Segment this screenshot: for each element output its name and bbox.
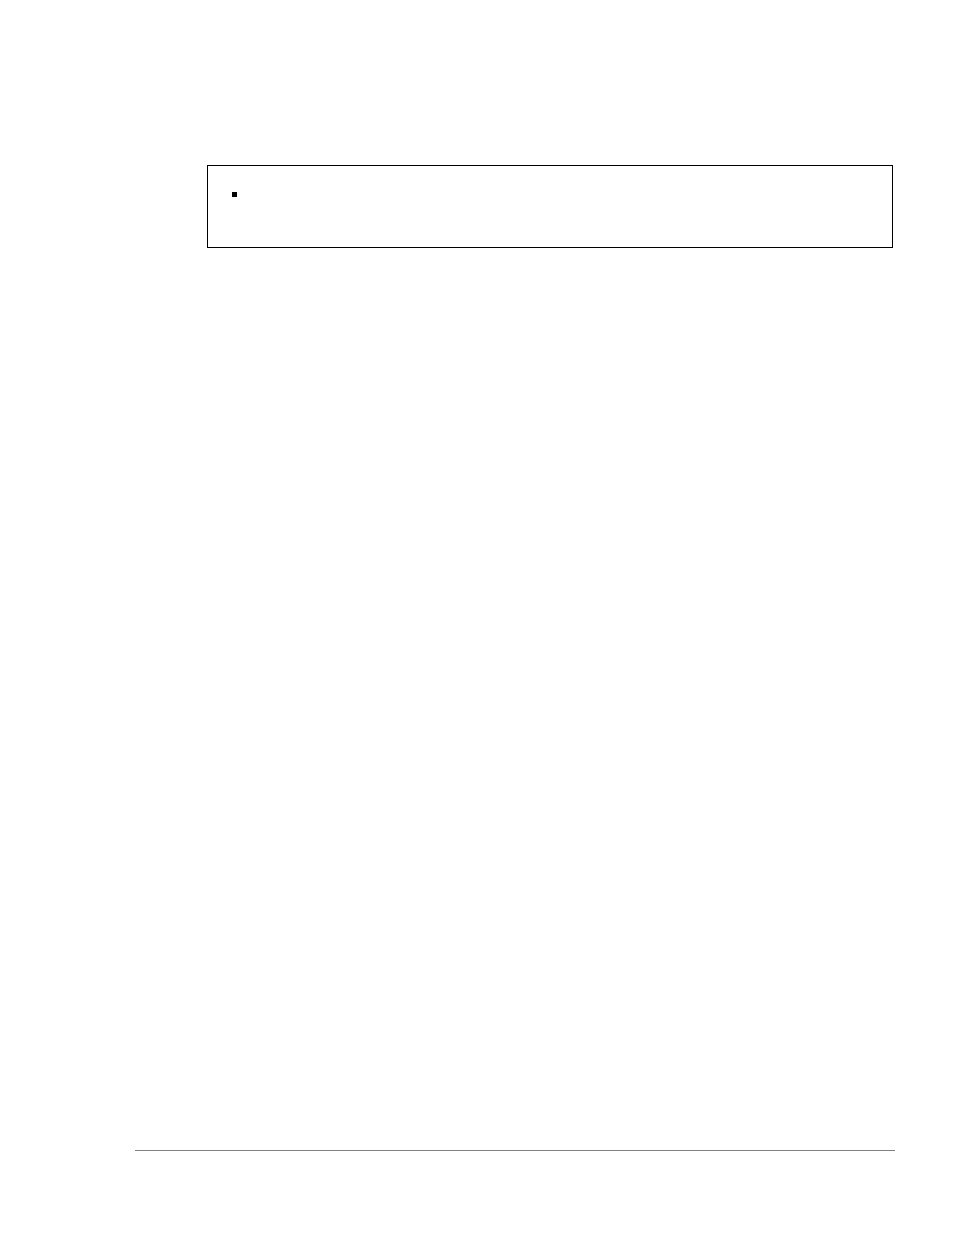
bullet-icon: [232, 192, 237, 197]
footer-divider: [135, 1150, 895, 1151]
content-box: [207, 165, 893, 248]
